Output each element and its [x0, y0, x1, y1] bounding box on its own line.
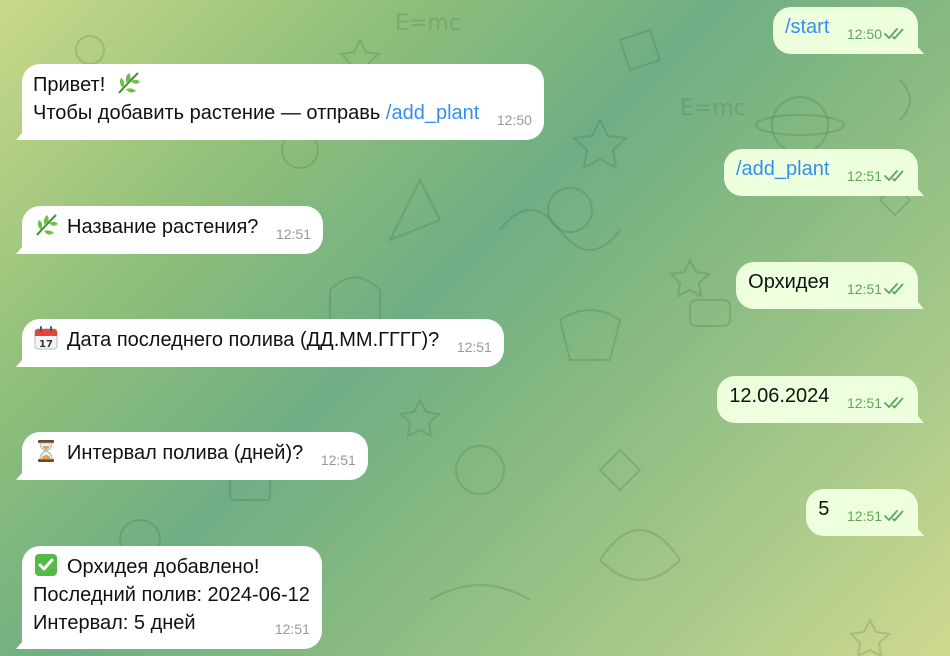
calendar-day-number: 17	[39, 339, 53, 350]
herb-icon	[118, 72, 140, 94]
command-link[interactable]: /add_plant	[386, 102, 479, 124]
message-time: 12:51	[846, 281, 882, 297]
message-line: Интервал: 5 дней 12:51	[33, 609, 310, 637]
message-line: Чтобы добавить растение — отправь /add_p…	[33, 99, 532, 134]
message-time: 12:51	[320, 452, 356, 468]
incoming-message: Орхидея добавлено! Последний полив: 2024…	[22, 546, 322, 649]
incoming-message: Привет! Чтобы добавить растение — отправ…	[22, 64, 544, 140]
message-time: 12:51	[846, 395, 882, 411]
outgoing-message: 12.06.2024 12:51	[717, 376, 918, 423]
message-meta: 12:51	[457, 333, 492, 361]
message-meta: 12:51	[847, 275, 908, 303]
herb-icon	[36, 214, 58, 236]
message-time: 12:51	[456, 339, 492, 355]
message-text: Название растения?	[67, 216, 259, 238]
hourglass-icon	[38, 440, 54, 462]
outgoing-message: Орхидея 12:51	[736, 262, 918, 309]
outgoing-message: /add_plant 12:51	[723, 149, 918, 196]
double-check-icon	[884, 28, 904, 40]
outgoing-message: /start 12:50	[772, 7, 918, 54]
command-link[interactable]: /start	[785, 16, 829, 38]
greeting-text: Привет!	[33, 74, 106, 96]
message-line: Привет!	[33, 70, 532, 99]
message-meta: 12:51	[847, 502, 908, 530]
message-meta: 12:50	[847, 20, 908, 48]
message-text: Орхидея	[748, 271, 830, 293]
message-meta: 12:51	[276, 220, 311, 248]
double-check-icon	[884, 283, 904, 295]
message-time: 12:50	[846, 26, 882, 42]
message-time: 12:50	[496, 112, 532, 128]
message-meta: 12:51	[847, 389, 908, 417]
message-text: Интервал полива (дней)?	[67, 442, 304, 464]
message-text: Последний полив: 2024-06-12	[33, 584, 310, 606]
message-text: Дата последнего полива (ДД.ММ.ГГГГ)?	[67, 329, 440, 351]
message-meta: 12:51	[275, 615, 310, 643]
message-time: 12:51	[274, 621, 310, 637]
message-line: Орхидея добавлено!	[33, 552, 310, 581]
command-link[interactable]: /add_plant	[736, 158, 829, 180]
message-text: Орхидея добавлено!	[67, 556, 260, 578]
message-line: Последний полив: 2024-06-12	[33, 581, 310, 609]
svg-text:E=mc: E=mc	[680, 96, 746, 121]
incoming-message: 17 Дата последнего полива (ДД.ММ.ГГГГ)? …	[22, 319, 504, 367]
message-meta: 12:51	[321, 446, 356, 474]
message-text: Интервал: 5 дней	[33, 612, 196, 634]
calendar-icon: 17	[34, 326, 58, 350]
double-check-icon	[884, 397, 904, 409]
double-check-icon	[884, 170, 904, 182]
outgoing-message: 5 12:51	[806, 489, 918, 536]
message-time: 12:51	[846, 508, 882, 524]
incoming-message: Название растения? 12:51	[22, 206, 324, 254]
double-check-icon	[884, 510, 904, 522]
svg-text:E=mc: E=mc	[395, 11, 461, 36]
message-meta: 12:51	[847, 162, 908, 190]
check-mark-icon	[35, 554, 57, 576]
message-text: Чтобы добавить растение — отправь	[33, 102, 386, 124]
message-meta: 12:50	[497, 106, 532, 134]
message-time: 12:51	[275, 226, 312, 242]
message-time: 12:51	[846, 168, 882, 184]
message-text: 12.06.2024	[729, 385, 830, 407]
message-text: 5	[818, 498, 830, 520]
incoming-message: Интервал полива (дней)? 12:51	[22, 432, 368, 480]
